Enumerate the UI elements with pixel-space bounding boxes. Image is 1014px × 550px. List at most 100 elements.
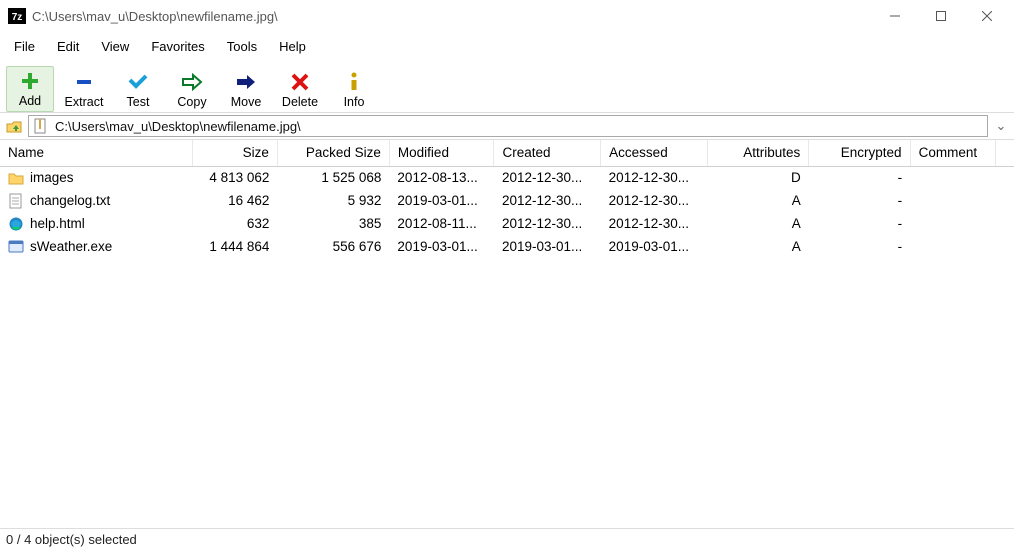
archive-icon [33,118,49,134]
app-window: 7z C:\Users\mav_u\Desktop\newfilename.jp… [0,0,1014,550]
html-icon [8,216,24,232]
check-icon [127,71,149,93]
file-extra: D38 [995,212,1014,235]
toolbar: Add Extract Test Copy Move Delete Info [0,60,1014,112]
file-attr: A [707,212,808,235]
col-comment[interactable]: Comment [910,140,995,166]
path-text: C:\Users\mav_u\Desktop\newfilename.jpg\ [55,119,983,134]
file-area: Name Size Packed Size Modified Created A… [0,140,1014,528]
menu-favorites[interactable]: Favorites [141,35,214,58]
table-row[interactable]: sWeather.exe1 444 864556 6762019-03-01..… [0,235,1014,258]
col-packed[interactable]: Packed Size [277,140,389,166]
path-bar: C:\Users\mav_u\Desktop\newfilename.jpg\ … [0,112,1014,140]
menu-edit[interactable]: Edit [47,35,89,58]
file-modified: 2019-03-01... [389,235,494,258]
col-modified[interactable]: Modified [389,140,494,166]
maximize-button[interactable] [918,1,964,31]
col-encrypted[interactable]: Encrypted [809,140,910,166]
col-size[interactable]: Size [192,140,277,166]
app-icon: 7z [8,8,26,24]
col-accessed[interactable]: Accessed [601,140,708,166]
file-name: changelog.txt [30,193,110,208]
file-created: 2012-12-30... [494,166,601,189]
file-extra: 989 [995,166,1014,189]
delete-button[interactable]: Delete [276,68,324,112]
minus-icon [74,71,94,93]
file-size: 632 [192,212,277,235]
info-icon [347,71,361,93]
table-row[interactable]: changelog.txt16 4625 9322019-03-01...201… [0,189,1014,212]
file-accessed: 2019-03-01... [601,235,708,258]
status-text: 0 / 4 object(s) selected [6,532,137,547]
up-folder-icon[interactable] [4,116,24,136]
col-name[interactable]: Name [0,140,192,166]
folder-icon [8,170,24,186]
file-modified: 2012-08-13... [389,166,494,189]
menu-file[interactable]: File [4,35,45,58]
file-created: 2019-03-01... [494,235,601,258]
txt-icon [8,193,24,209]
plus-icon [20,70,40,92]
col-extra[interactable] [995,140,1014,166]
info-button[interactable]: Info [330,68,378,112]
file-size: 4 813 062 [192,166,277,189]
add-button[interactable]: Add [6,66,54,112]
table-row[interactable]: images4 813 0621 525 0682012-08-13...201… [0,166,1014,189]
window-title: C:\Users\mav_u\Desktop\newfilename.jpg\ [32,9,278,24]
file-comment [910,235,995,258]
file-created: 2012-12-30... [494,212,601,235]
file-name: images [30,170,74,185]
file-size: 16 462 [192,189,277,212]
file-enc: - [809,166,910,189]
path-input[interactable]: C:\Users\mav_u\Desktop\newfilename.jpg\ [28,115,988,137]
file-accessed: 2012-12-30... [601,166,708,189]
file-grid: Name Size Packed Size Modified Created A… [0,140,1014,511]
extract-button[interactable]: Extract [60,68,108,112]
file-enc: - [809,189,910,212]
file-attr: A [707,235,808,258]
status-bar: 0 / 4 object(s) selected [0,528,1014,550]
col-attributes[interactable]: Attributes [707,140,808,166]
file-extra: 663 [995,189,1014,212]
menu-tools[interactable]: Tools [217,35,267,58]
file-accessed: 2012-12-30... [601,189,708,212]
file-enc: - [809,212,910,235]
file-packed: 385 [277,212,389,235]
test-button[interactable]: Test [114,68,162,112]
arrow-right-outline-icon [181,71,203,93]
title-bar: 7z C:\Users\mav_u\Desktop\newfilename.jp… [0,0,1014,32]
horizontal-scrollbar[interactable] [0,511,1014,528]
menu-bar: File Edit View Favorites Tools Help [0,32,1014,60]
file-modified: 2019-03-01... [389,189,494,212]
svg-text:7z: 7z [12,12,23,23]
file-comment [910,166,995,189]
header-row: Name Size Packed Size Modified Created A… [0,140,1014,166]
arrow-right-solid-icon [235,71,257,93]
file-name: sWeather.exe [30,239,112,254]
file-comment [910,189,995,212]
file-created: 2012-12-30... [494,189,601,212]
file-name: help.html [30,216,85,231]
file-enc: - [809,235,910,258]
file-attr: A [707,189,808,212]
x-icon [291,71,309,93]
chevron-down-icon[interactable]: ⌄ [992,118,1010,134]
file-extra: 72F [995,235,1014,258]
close-button[interactable] [964,1,1010,31]
file-packed: 5 932 [277,189,389,212]
exe-icon [8,239,24,255]
file-size: 1 444 864 [192,235,277,258]
file-modified: 2012-08-11... [389,212,494,235]
file-packed: 1 525 068 [277,166,389,189]
copy-button[interactable]: Copy [168,68,216,112]
file-comment [910,212,995,235]
file-packed: 556 676 [277,235,389,258]
move-button[interactable]: Move [222,68,270,112]
table-row[interactable]: help.html6323852012-08-11...2012-12-30..… [0,212,1014,235]
menu-help[interactable]: Help [269,35,316,58]
minimize-button[interactable] [872,1,918,31]
col-created[interactable]: Created [494,140,601,166]
file-accessed: 2012-12-30... [601,212,708,235]
menu-view[interactable]: View [91,35,139,58]
file-attr: D [707,166,808,189]
